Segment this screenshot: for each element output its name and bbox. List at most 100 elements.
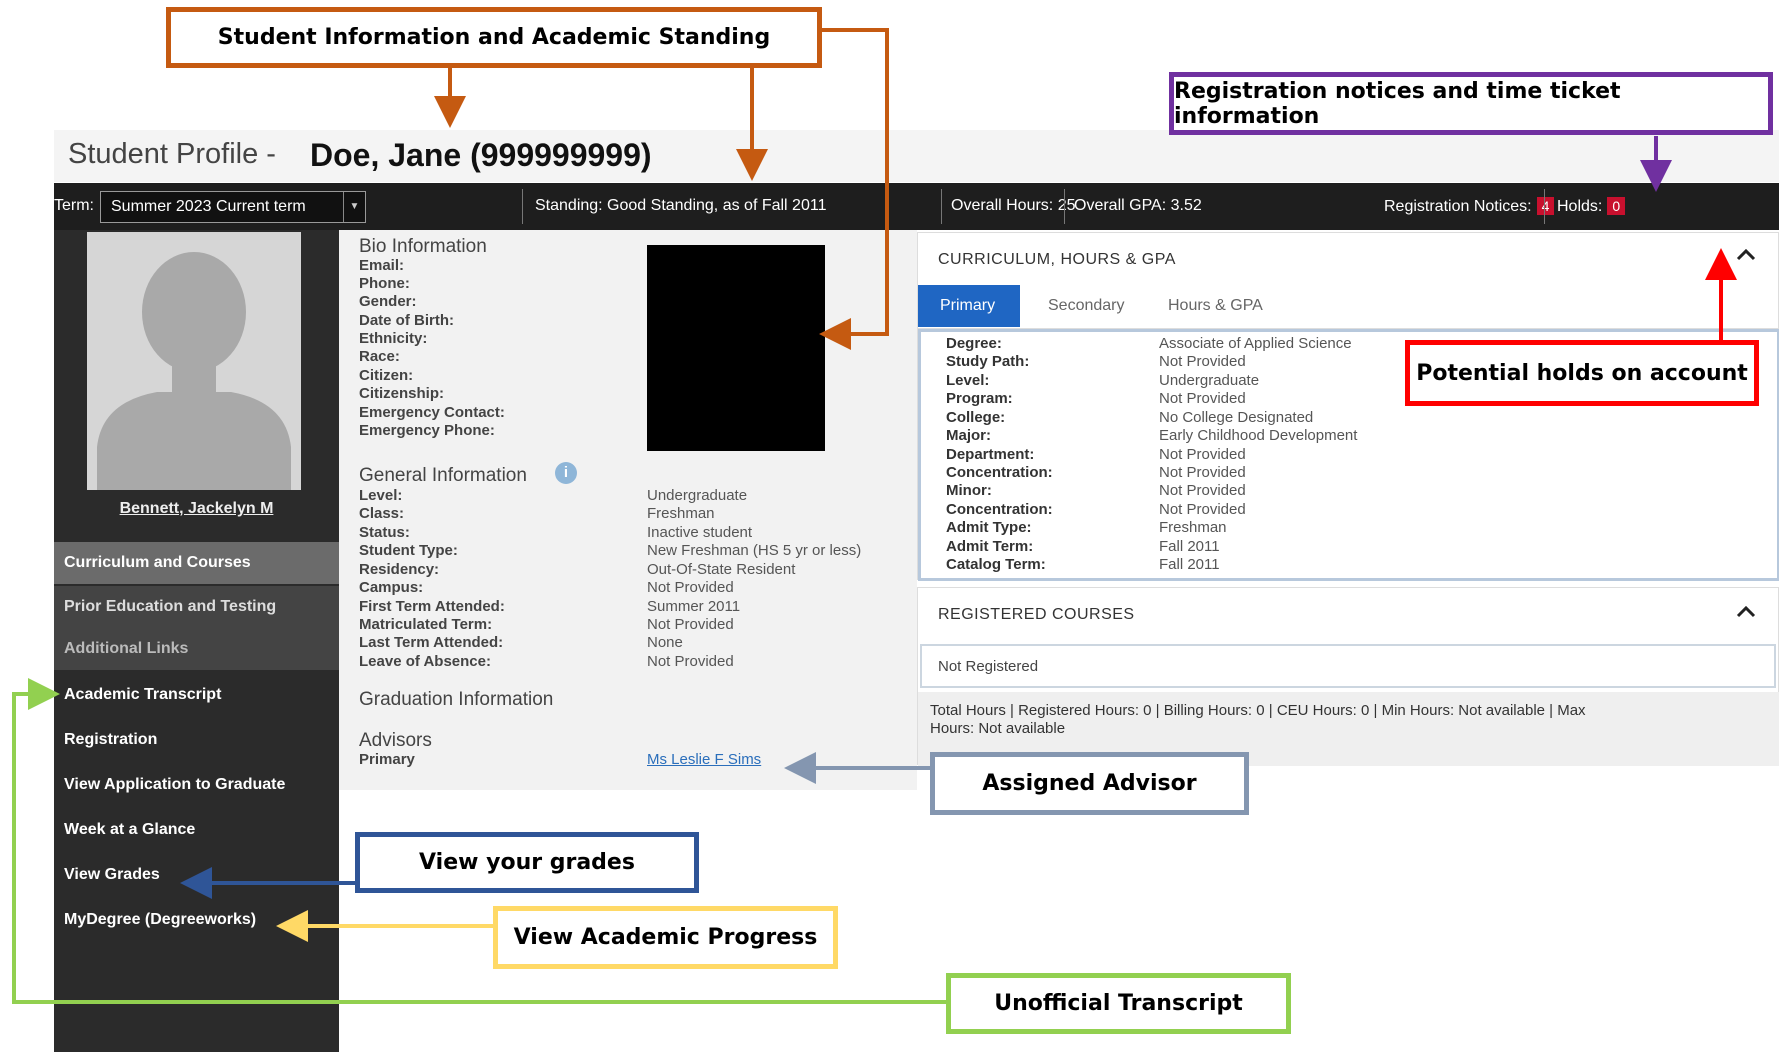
general-value: Not Provided — [647, 616, 734, 633]
profile-header: Student Profile - Doe, Jane (999999999) — [54, 130, 1779, 182]
bio-label: Date of Birth: — [359, 312, 454, 329]
bio-label: Phone: — [359, 275, 410, 292]
general-label: First Term Attended: — [359, 598, 505, 615]
general-label: Student Type: — [359, 542, 458, 559]
registration-notices[interactable]: Registration Notices: 4 — [1384, 197, 1555, 216]
general-value: None — [647, 634, 683, 651]
graduation-info-title: Graduation Information — [359, 689, 554, 710]
general-value: Summer 2011 — [647, 598, 741, 615]
curriculum-panel: CURRICULUM, HOURS & GPA Primary Secondar… — [917, 232, 1779, 581]
curriculum-label: Major: — [946, 427, 991, 444]
sidebar-link-view-grades[interactable]: View Grades — [64, 866, 160, 884]
hours-summary-line: Total Hours | Registered Hours: 0 | Bill… — [930, 702, 1586, 719]
holds[interactable]: Holds: 0 — [1557, 197, 1626, 216]
sidebar-section-curriculum[interactable]: Curriculum and Courses — [54, 542, 339, 584]
general-value: Out-Of-State Resident — [647, 561, 796, 578]
general-value: Undergraduate — [647, 487, 748, 504]
curriculum-panel-title: CURRICULUM, HOURS & GPA — [938, 251, 1176, 268]
curriculum-value: Not Provided — [1159, 446, 1246, 463]
holds-badge[interactable]: 0 — [1607, 197, 1626, 215]
student-name: Doe, Jane (999999999) — [310, 137, 652, 173]
bio-label: Gender: — [359, 293, 417, 310]
bio-label: Emergency Phone: — [359, 422, 495, 439]
curriculum-label: Minor: — [946, 482, 992, 499]
bio-label: Ethnicity: — [359, 330, 428, 347]
sidebar-section-additional-links[interactable]: Additional Links — [54, 628, 339, 670]
holds-label: Holds: — [1557, 198, 1603, 215]
bio-label: Citizenship: — [359, 385, 444, 402]
sidebar-link-application-to-graduate[interactable]: View Application to Graduate — [64, 776, 285, 794]
curriculum-value: Not Provided — [1159, 501, 1246, 518]
curriculum-value: Undergraduate — [1159, 372, 1260, 389]
general-label: Last Term Attended: — [359, 634, 504, 651]
general-value: Not Provided — [647, 579, 734, 596]
divider — [522, 189, 523, 224]
annotation-academic-progress: View Academic Progress — [493, 906, 838, 969]
general-label: Class: — [359, 505, 405, 522]
sidebar-section-prior-education[interactable]: Prior Education and Testing — [54, 586, 339, 628]
sidebar-link-registration[interactable]: Registration — [64, 731, 157, 749]
advisor-link[interactable]: Ms Leslie F Sims — [647, 751, 761, 768]
tab-hours-gpa[interactable]: Hours & GPA — [1146, 285, 1285, 327]
general-value: Not Provided — [647, 653, 734, 670]
annotation-registration-notices: Registration notices and time ticket inf… — [1169, 72, 1773, 135]
annotation-student-info: Student Information and Academic Standin… — [166, 7, 822, 68]
tab-primary[interactable]: Primary — [918, 285, 1020, 327]
curriculum-label: Degree: — [946, 335, 1002, 352]
sidebar-link-academic-transcript[interactable]: Academic Transcript — [64, 686, 221, 704]
curriculum-label: Concentration: — [946, 464, 1053, 481]
general-label: Campus: — [359, 579, 424, 596]
student-photo-name[interactable]: Bennett, Jackelyn M — [54, 500, 339, 518]
curriculum-value: Not Provided — [1159, 390, 1246, 407]
curriculum-label: College: — [946, 409, 1006, 426]
term-label: Term: — [54, 197, 94, 214]
curriculum-value: Freshman — [1159, 519, 1227, 536]
registered-courses-panel: REGISTERED COURSES Not Registered Total … — [917, 587, 1779, 766]
curriculum-value: Fall 2011 — [1159, 538, 1220, 555]
divider — [1064, 189, 1065, 224]
registered-courses-title: REGISTERED COURSES — [938, 606, 1135, 623]
annotation-holds: Potential holds on account — [1405, 340, 1759, 406]
curriculum-value: Fall 2011 — [1159, 556, 1220, 573]
general-label: Level: — [359, 487, 403, 504]
curriculum-label: Concentration: — [946, 501, 1053, 518]
bio-panel: Bio Information Email: Phone: Gender: Da… — [339, 230, 917, 790]
hours-summary-line: Hours: Not available — [930, 720, 1066, 737]
term-select[interactable]: Summer 2023 Current term ▼ — [100, 191, 366, 223]
overall-gpa: Overall GPA: 3.52 — [1074, 197, 1202, 214]
term-value: Summer 2023 Current term — [111, 198, 306, 215]
collapse-caret-icon[interactable] — [1736, 247, 1756, 261]
bio-label: Email: — [359, 257, 405, 274]
bio-label: Emergency Contact: — [359, 404, 505, 421]
general-label: Leave of Absence: — [359, 653, 491, 670]
curriculum-label: Program: — [946, 390, 1013, 407]
standing-text: Standing: Good Standing, as of Fall 2011 — [535, 197, 827, 214]
sidebar-link-week-at-a-glance[interactable]: Week at a Glance — [64, 821, 195, 839]
chevron-down-icon[interactable]: ▼ — [343, 192, 365, 222]
avatar — [87, 232, 301, 490]
tab-secondary[interactable]: Secondary — [1026, 285, 1147, 327]
general-label: Residency: — [359, 561, 440, 578]
curriculum-tabs: Primary Secondary Hours & GPA — [918, 285, 1779, 329]
divider — [1544, 189, 1545, 224]
general-value: Freshman — [647, 505, 715, 522]
sidebar: Bennett, Jackelyn M Curriculum and Cours… — [54, 230, 339, 1052]
annotation-unofficial-transcript: Unofficial Transcript — [946, 973, 1291, 1034]
advisor-primary-label: Primary — [359, 751, 415, 768]
curriculum-value: Not Provided — [1159, 482, 1246, 499]
curriculum-value: Early Childhood Development — [1159, 427, 1358, 444]
collapse-caret-icon[interactable] — [1736, 604, 1756, 618]
curriculum-label: Admit Term: — [946, 538, 1034, 555]
registration-notices-badge[interactable]: 4 — [1536, 197, 1555, 215]
info-icon[interactable]: i — [555, 462, 577, 484]
annotation-advisor: Assigned Advisor — [930, 752, 1249, 815]
sidebar-link-mydegree[interactable]: MyDegree (Degreeworks) — [64, 911, 256, 929]
curriculum-value: Not Provided — [1159, 353, 1246, 370]
page-title: Student Profile - — [68, 138, 276, 170]
curriculum-label: Department: — [946, 446, 1035, 463]
curriculum-value: Not Provided — [1159, 464, 1246, 481]
person-silhouette-icon — [87, 232, 301, 490]
registration-status: Not Registered — [920, 644, 1776, 688]
registration-notices-label: Registration Notices: — [1384, 198, 1532, 215]
curriculum-value: No College Designated — [1159, 409, 1314, 426]
